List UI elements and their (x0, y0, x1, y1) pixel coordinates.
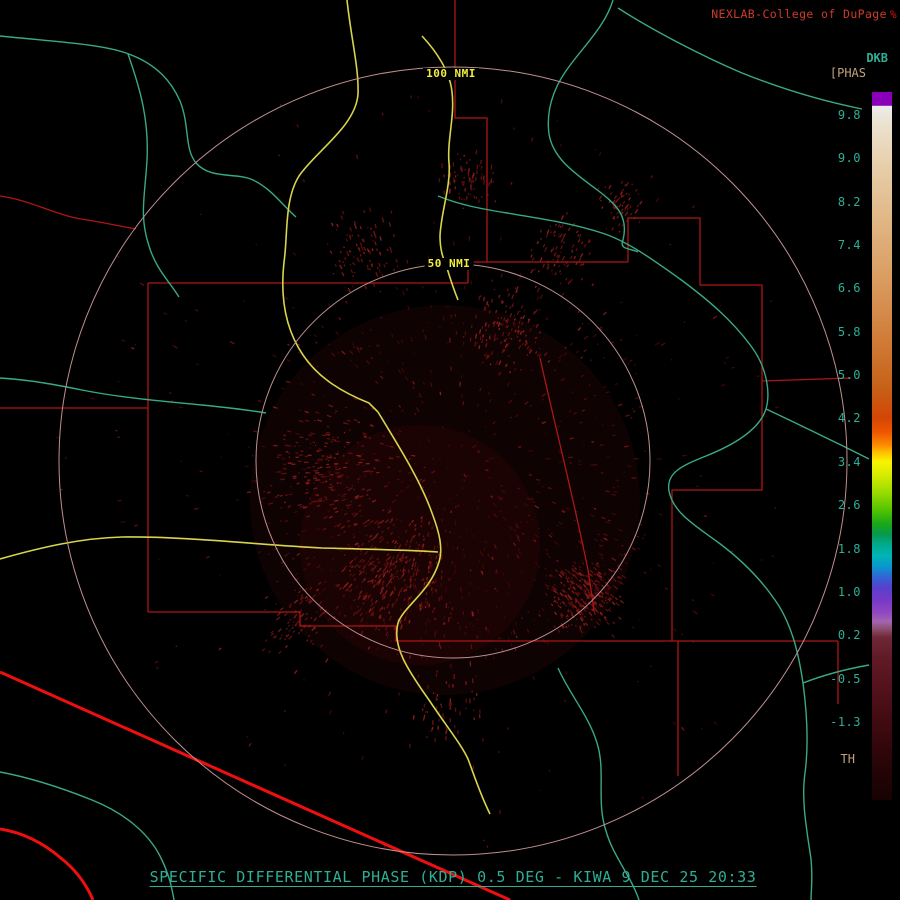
colorbar (872, 92, 892, 800)
colorbar-tick: 5.0 (837, 368, 861, 383)
ring-label-100nmi: 100 NMI (423, 68, 479, 80)
colorbar-tick: -0.5 (830, 671, 861, 686)
colorbar-tick: 3.4 (837, 454, 861, 469)
colorbar-phase-label: [PHAS (829, 66, 866, 80)
colorbar-tick: 9.0 (837, 151, 861, 166)
colorbar-threshold-label: TH (840, 752, 855, 766)
colorbar-tick: 9.8 (837, 108, 861, 122)
radar-display: 100 NMI 50 NMI NEXLAB-College of DuPage%… (0, 0, 900, 900)
ring-label-50nmi: 50 NMI (424, 258, 474, 270)
river-line (0, 35, 297, 218)
colorbar-tick: 1.8 (837, 541, 861, 556)
colorbar-tick: 4.2 (837, 411, 861, 426)
colorbar-tick: 6.6 (837, 281, 861, 296)
site-title: NEXLAB-College of DuPage (711, 7, 887, 21)
colorbar-unit-label: DKB (866, 51, 888, 65)
colorbar-tick: 0.2 (837, 628, 861, 643)
river-line (557, 667, 640, 900)
colorbar-tick: -1.3 (830, 714, 861, 729)
colorbar-tick: 7.4 (837, 238, 861, 253)
logo-mark: % (889, 8, 897, 21)
colorbar-tick: 8.2 (837, 194, 861, 209)
river-line (547, 0, 639, 253)
county-line (0, 195, 137, 230)
county-line (454, 0, 488, 262)
county-line (627, 217, 763, 641)
river-line (617, 7, 863, 110)
product-status-text: SPECIFIC DIFFERENTIAL PHASE (KDP) 0.5 DE… (149, 868, 757, 887)
border-line (0, 827, 95, 900)
colorbar-tick: 1.0 (837, 584, 861, 599)
colorbar-tick: 5.8 (837, 324, 861, 339)
river-line (127, 53, 180, 298)
header-branding: NEXLAB-College of DuPage% (711, 7, 897, 21)
radar-map-canvas (0, 0, 870, 900)
colorbar-tick: 2.6 (837, 498, 861, 513)
